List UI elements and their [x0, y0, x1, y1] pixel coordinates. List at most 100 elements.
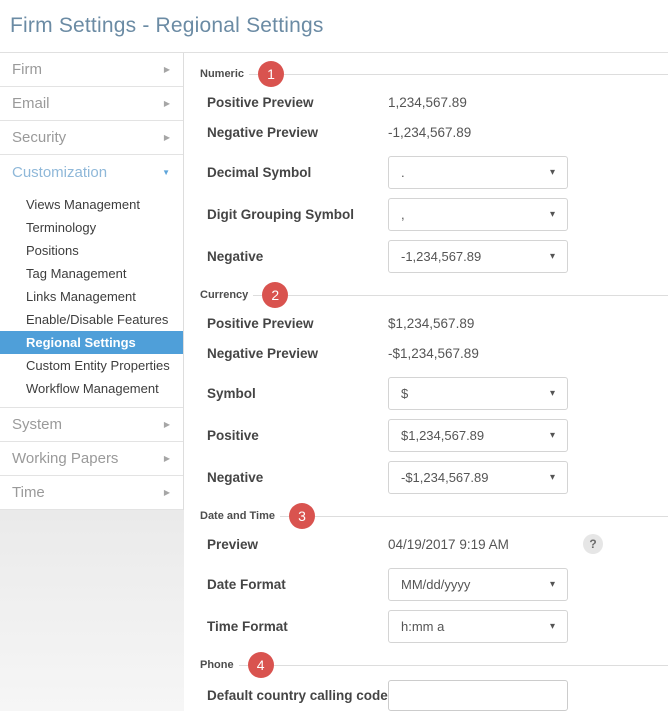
sidebar-item-security[interactable]: Security ▶ [0, 121, 183, 155]
sidebar-item-label: Security [12, 129, 66, 146]
field-label: Positive Preview [207, 95, 388, 110]
field-label: Negative Preview [207, 125, 388, 140]
sidebar-item-label: Customization [12, 164, 107, 181]
sidebar-item-label: Working Papers [12, 450, 118, 467]
section-title: Numeric [200, 68, 244, 80]
sidebar-item-email[interactable]: Email ▶ [0, 87, 183, 121]
field-label: Negative Preview [207, 346, 388, 361]
sidebar-item-customization[interactable]: Customization ▼ [0, 155, 183, 189]
sidebar-item-workflow-management[interactable]: Workflow Management [0, 377, 183, 400]
caret-down-icon: ▾ [550, 209, 555, 220]
sidebar-item-time[interactable]: Time ▶ [0, 476, 183, 510]
field-label: Symbol [207, 386, 388, 401]
sidebar-item-tag-management[interactable]: Tag Management [0, 262, 183, 285]
sidebar-item-links-management[interactable]: Links Management [0, 285, 183, 308]
time-format-select[interactable]: h:mm a ▾ [388, 610, 568, 643]
sidebar-item-regional-settings[interactable]: Regional Settings [0, 331, 183, 354]
negative-preview-value: -1,234,567.89 [388, 125, 471, 140]
field-label: Decimal Symbol [207, 165, 388, 180]
select-value: $1,234,567.89 [401, 428, 484, 443]
section-title: Phone [200, 659, 234, 671]
divider [239, 665, 248, 666]
divider [274, 665, 668, 666]
sidebar: Firm ▶ Email ▶ Security ▶ Customization … [0, 53, 184, 711]
currency-positive-select[interactable]: $1,234,567.89 ▾ [388, 419, 568, 452]
section-numeric: Numeric 1 Positive Preview 1,234,567.89 … [200, 61, 668, 273]
field-row: Digit Grouping Symbol , ▾ [200, 198, 668, 231]
caret-down-icon: ▾ [550, 430, 555, 441]
step-badge: 4 [248, 652, 274, 678]
sidebar-item-terminology[interactable]: Terminology [0, 216, 183, 239]
select-value: $ [401, 386, 408, 401]
select-value: . [401, 165, 405, 180]
field-row: Time Format h:mm a ▾ [200, 610, 668, 643]
field-label: Positive [207, 428, 388, 443]
field-row: Symbol $ ▾ [200, 377, 668, 410]
field-label: Default country calling code [207, 688, 388, 703]
date-format-select[interactable]: MM/dd/yyyy ▾ [388, 568, 568, 601]
regional-settings-panel: Numeric 1 Positive Preview 1,234,567.89 … [184, 53, 668, 711]
sidebar-nav: Firm ▶ Email ▶ Security ▶ Customization … [0, 53, 184, 510]
currency-negative-select[interactable]: -$1,234,567.89 ▾ [388, 461, 568, 494]
sidebar-item-views-management[interactable]: Views Management [0, 193, 183, 216]
caret-down-icon: ▾ [550, 251, 555, 262]
sidebar-item-custom-entity-properties[interactable]: Custom Entity Properties [0, 354, 183, 377]
select-value: MM/dd/yyyy [401, 577, 470, 592]
page-title: Firm Settings - Regional Settings [10, 14, 668, 38]
help-icon[interactable]: ? [583, 534, 603, 554]
digit-grouping-symbol-select[interactable]: , ▾ [388, 198, 568, 231]
caret-down-icon: ▾ [550, 388, 555, 399]
caret-down-icon: ▾ [550, 472, 555, 483]
sidebar-item-label: System [12, 416, 62, 433]
default-country-calling-code-input[interactable] [388, 680, 568, 711]
field-row: Negative Preview -1,234,567.89 [200, 117, 668, 147]
caret-down-icon: ▾ [550, 167, 555, 178]
field-row: Positive Preview $1,234,567.89 [200, 308, 668, 338]
chevron-right-icon: ▶ [164, 420, 170, 429]
layout: Firm ▶ Email ▶ Security ▶ Customization … [0, 53, 668, 711]
field-row: Default country calling code [200, 680, 668, 711]
sidebar-item-label: Time [12, 484, 45, 501]
divider [315, 516, 668, 517]
chevron-right-icon: ▶ [164, 133, 170, 142]
select-value: -1,234,567.89 [401, 249, 481, 264]
section-header: Currency 2 [200, 282, 668, 308]
field-label: Preview [207, 537, 388, 552]
positive-preview-value: 1,234,567.89 [388, 95, 467, 110]
numeric-negative-select[interactable]: -1,234,567.89 ▾ [388, 240, 568, 273]
datetime-preview-value: 04/19/2017 9:19 AM [388, 537, 509, 552]
section-header: Date and Time 3 [200, 503, 668, 529]
section-currency: Currency 2 Positive Preview $1,234,567.8… [200, 282, 668, 494]
field-label: Negative [207, 249, 388, 264]
decimal-symbol-select[interactable]: . ▾ [388, 156, 568, 189]
chevron-right-icon: ▶ [164, 488, 170, 497]
field-label: Negative [207, 470, 388, 485]
chevron-right-icon: ▶ [164, 454, 170, 463]
section-title: Currency [200, 289, 248, 301]
section-header: Phone 4 [200, 652, 668, 678]
sidebar-item-working-papers[interactable]: Working Papers ▶ [0, 442, 183, 476]
positive-preview-value: $1,234,567.89 [388, 316, 474, 331]
currency-symbol-select[interactable]: $ ▾ [388, 377, 568, 410]
sidebar-item-label: Email [12, 95, 50, 112]
negative-preview-value: -$1,234,567.89 [388, 346, 479, 361]
select-value: h:mm a [401, 619, 444, 634]
step-badge: 3 [289, 503, 315, 529]
caret-down-icon: ▾ [550, 579, 555, 590]
field-label: Date Format [207, 577, 388, 592]
sidebar-item-enable-disable-features[interactable]: Enable/Disable Features [0, 308, 183, 331]
customization-submenu: Views Management Terminology Positions T… [0, 189, 183, 408]
sidebar-filler [0, 510, 184, 711]
divider [284, 74, 668, 75]
sidebar-item-system[interactable]: System ▶ [0, 408, 183, 442]
divider [280, 516, 289, 517]
section-phone: Phone 4 Default country calling code [200, 652, 668, 711]
caret-down-icon: ▾ [550, 621, 555, 632]
chevron-down-icon: ▼ [162, 168, 170, 177]
section-header: Numeric 1 [200, 61, 668, 87]
select-value: , [401, 207, 405, 222]
step-badge: 1 [258, 61, 284, 87]
field-row: Decimal Symbol . ▾ [200, 156, 668, 189]
sidebar-item-positions[interactable]: Positions [0, 239, 183, 262]
sidebar-item-firm[interactable]: Firm ▶ [0, 53, 183, 87]
